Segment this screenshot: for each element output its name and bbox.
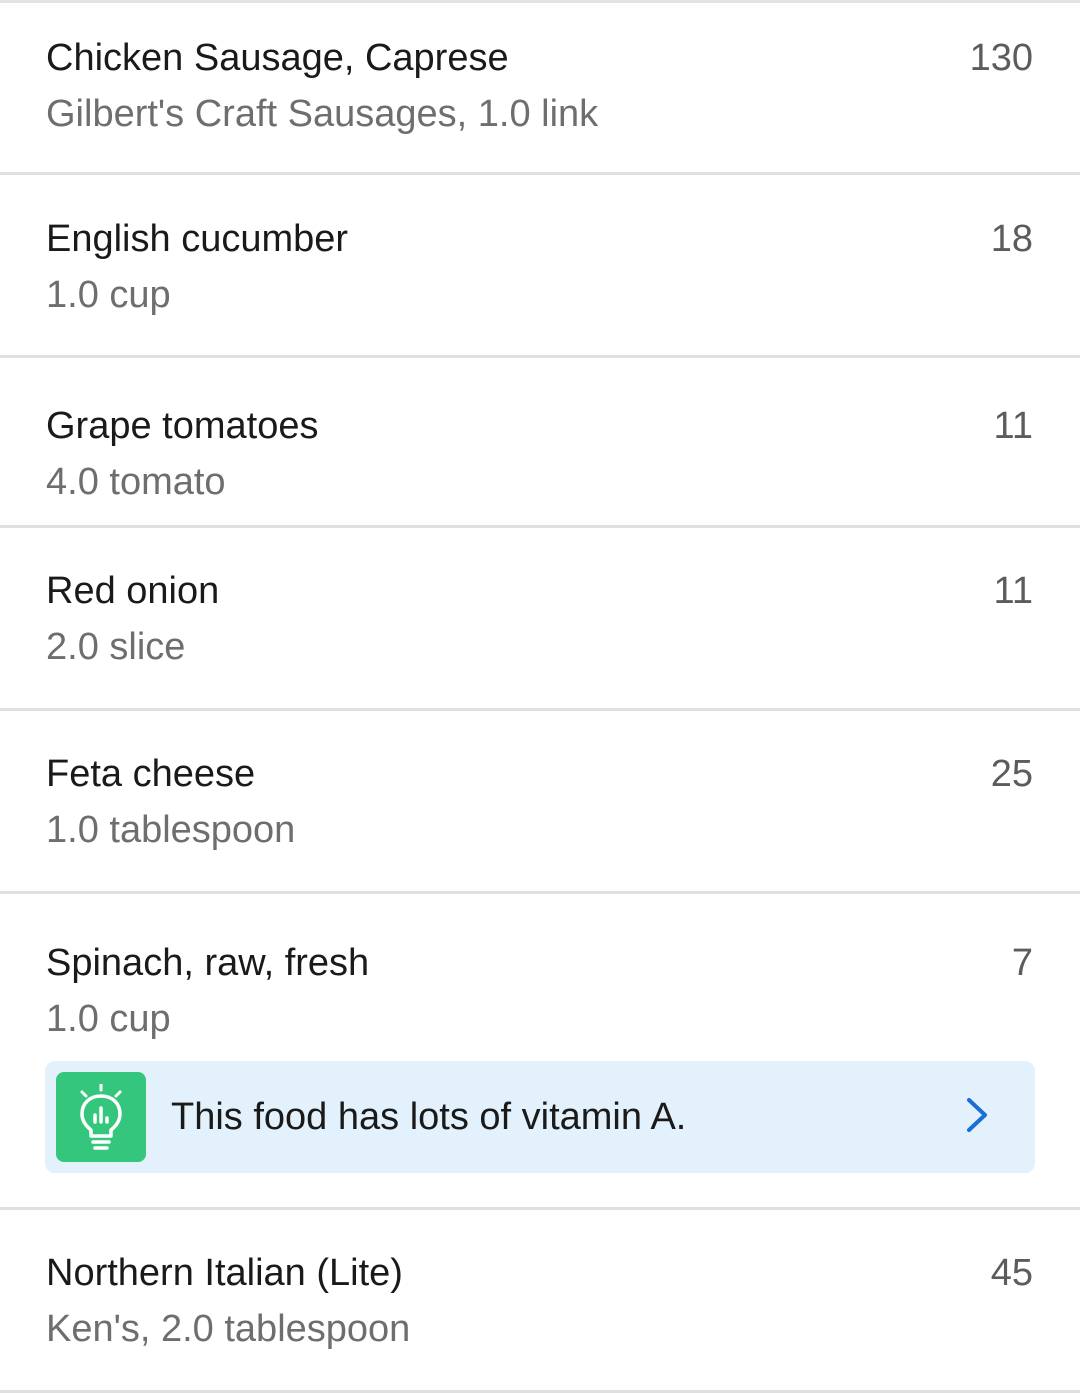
- food-row-english-cucumber[interactable]: English cucumber 1.0 cup 18: [0, 175, 1080, 358]
- food-row-spinach[interactable]: Spinach, raw, fresh 1.0 cup 7 This food …: [0, 894, 1080, 1210]
- nutrition-tip-banner[interactable]: This food has lots of vitamin A.: [45, 1061, 1035, 1173]
- food-row-red-onion[interactable]: Red onion 2.0 slice 11: [0, 528, 1080, 711]
- food-calories: 45: [990, 1252, 1033, 1294]
- food-detail: 4.0 tomato: [46, 461, 226, 503]
- food-detail: Ken's, 2.0 tablespoon: [46, 1308, 411, 1350]
- food-detail: Gilbert's Craft Sausages, 1.0 link: [46, 93, 599, 135]
- food-calories: 18: [990, 218, 1033, 260]
- food-calories: 7: [1011, 942, 1033, 984]
- food-detail: 1.0 cup: [46, 998, 171, 1040]
- food-name: Red onion: [46, 570, 220, 612]
- food-calories: 130: [969, 37, 1033, 79]
- food-name: Spinach, raw, fresh: [46, 942, 370, 984]
- food-calories: 11: [993, 570, 1033, 612]
- chevron-right-icon[interactable]: [965, 1097, 989, 1138]
- food-row-grape-tomatoes[interactable]: Grape tomatoes 4.0 tomato 11: [0, 358, 1080, 528]
- food-row-northern-italian[interactable]: Northern Italian (Lite) Ken's, 2.0 table…: [0, 1210, 1080, 1393]
- food-name: Northern Italian (Lite): [46, 1252, 403, 1294]
- tip-text: This food has lots of vitamin A.: [171, 1096, 687, 1138]
- food-detail: 1.0 tablespoon: [46, 809, 296, 851]
- food-name: Grape tomatoes: [46, 405, 319, 447]
- food-name: Feta cheese: [46, 753, 256, 795]
- lightbulb-chart-icon: [56, 1072, 146, 1162]
- food-name: English cucumber: [46, 218, 349, 260]
- food-name: Chicken Sausage, Caprese: [46, 37, 509, 79]
- food-calories: 25: [990, 753, 1033, 795]
- food-row-feta-cheese[interactable]: Feta cheese 1.0 tablespoon 25: [0, 711, 1080, 894]
- food-calories: 11: [993, 405, 1033, 447]
- food-row-chicken-sausage[interactable]: Chicken Sausage, Caprese Gilbert's Craft…: [0, 3, 1080, 175]
- food-detail: 1.0 cup: [46, 274, 171, 316]
- food-detail: 2.0 slice: [46, 626, 186, 668]
